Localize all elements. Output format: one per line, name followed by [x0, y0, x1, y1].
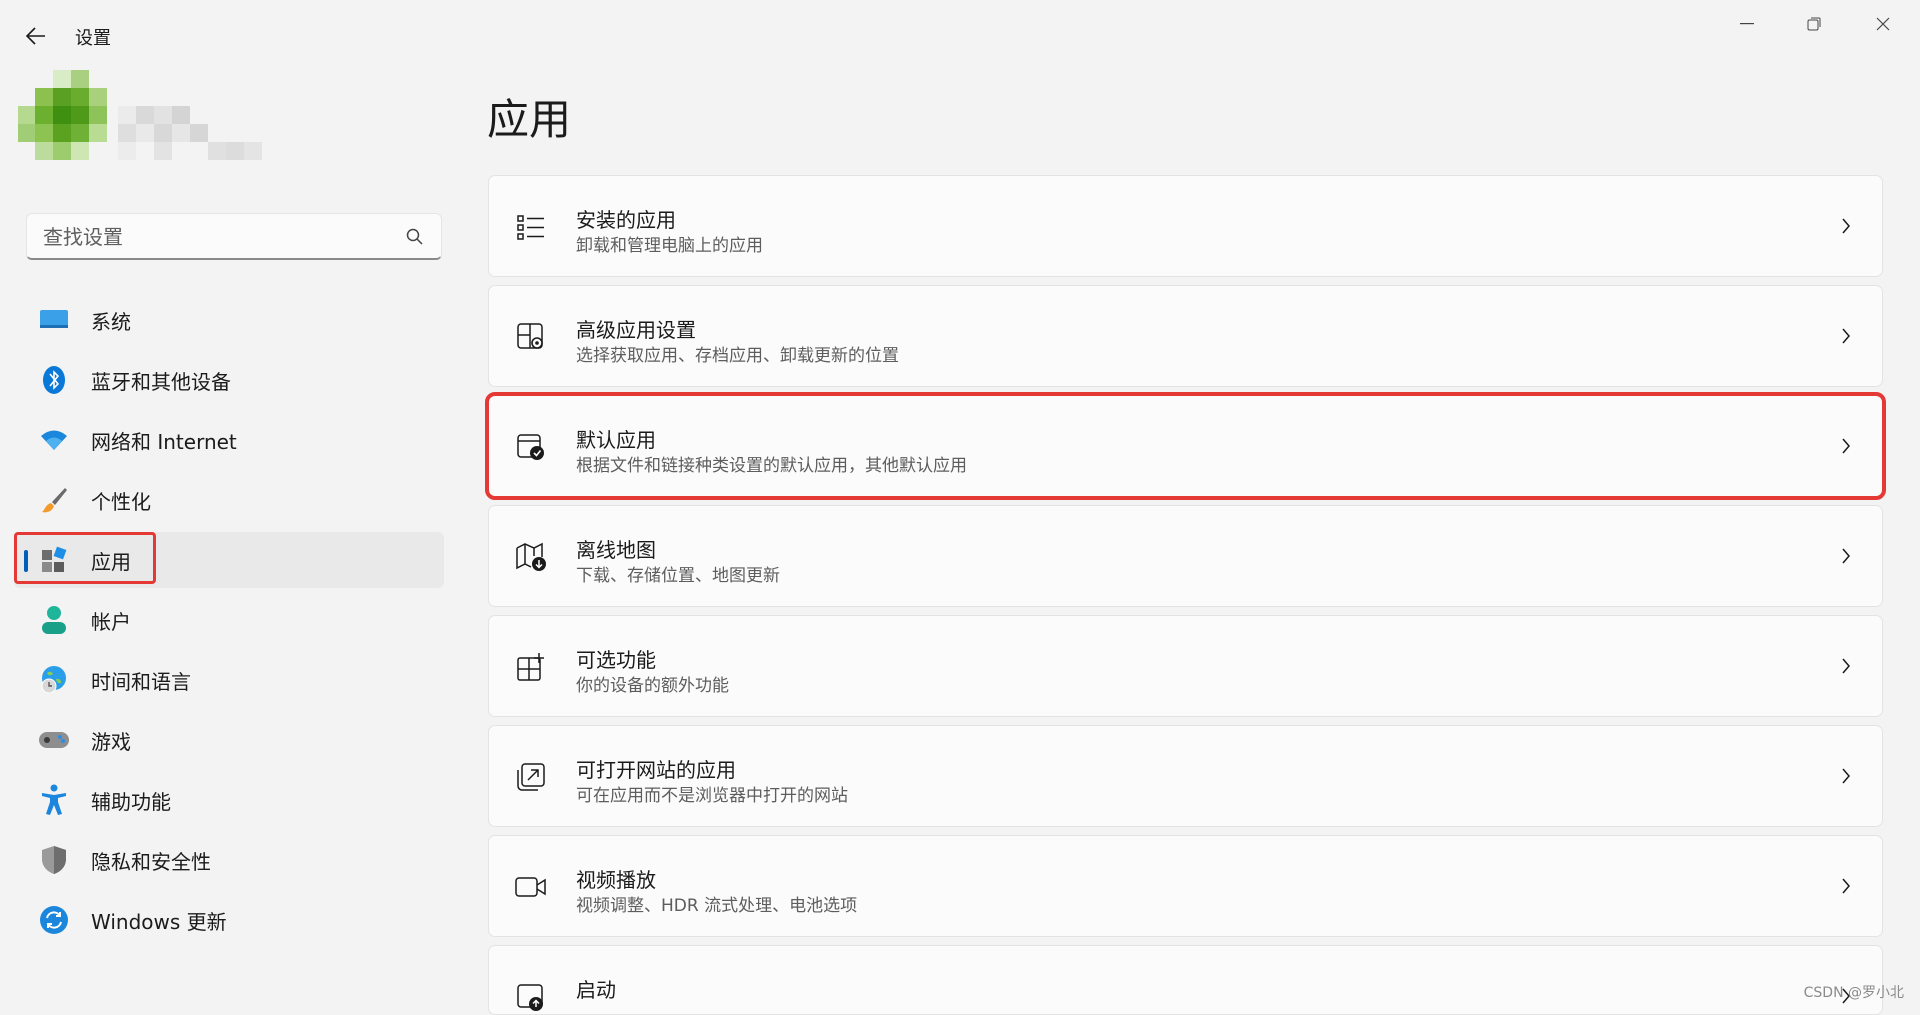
apps-icon [38, 544, 70, 576]
sidebar-item-label: 个性化 [91, 489, 151, 514]
account-icon [38, 604, 70, 636]
card-title: 启动 [576, 978, 616, 1002]
sidebar-item-label: 网络和 Internet [91, 429, 237, 454]
back-arrow-icon [26, 27, 45, 45]
page-title: 应用 [487, 95, 572, 144]
card-subtitle: 视频调整、HDR 流式处理、电池选项 [576, 896, 858, 916]
card-video-playback[interactable]: 视频播放 视频调整、HDR 流式处理、电池选项 [488, 835, 1883, 937]
startup-icon [515, 981, 547, 1013]
sidebar-item-label: 应用 [91, 549, 131, 574]
accessibility-icon [38, 784, 70, 816]
sidebar-item-network[interactable]: 网络和 Internet [14, 412, 444, 468]
sidebar-item-privacy[interactable]: 隐私和安全性 [14, 832, 444, 888]
default-apps-icon [515, 431, 547, 463]
sidebar-item-system[interactable]: 系统 [14, 292, 444, 348]
chevron-right-icon [1836, 324, 1856, 348]
wifi-icon [38, 424, 70, 456]
card-title: 安装的应用 [576, 208, 676, 232]
sidebar-item-personalization[interactable]: 个性化 [14, 472, 444, 528]
chevron-right-icon [1836, 654, 1856, 678]
active-indicator [24, 550, 28, 572]
minimize-icon [1740, 23, 1754, 25]
optional-features-icon [515, 651, 547, 683]
chevron-right-icon [1836, 764, 1856, 788]
user-profile[interactable] [18, 70, 318, 182]
card-subtitle: 你的设备的额外功能 [576, 676, 729, 696]
sidebar-item-label: 蓝牙和其他设备 [91, 369, 231, 394]
chevron-right-icon [1836, 214, 1856, 238]
sidebar-item-windows-update[interactable]: Windows 更新 [14, 892, 444, 948]
sidebar-item-apps[interactable]: 应用 [14, 532, 444, 588]
card-subtitle: 选择获取应用、存档应用、卸载更新的位置 [576, 346, 899, 366]
sidebar-item-label: 时间和语言 [91, 669, 191, 694]
maximize-button[interactable] [1791, 10, 1837, 38]
time-language-icon [38, 664, 70, 696]
sidebar-item-time-language[interactable]: 时间和语言 [14, 652, 444, 708]
card-subtitle: 根据文件和链接种类设置的默认应用，其他默认应用 [576, 456, 967, 476]
search-box [26, 213, 442, 260]
search-input[interactable] [41, 222, 385, 252]
sidebar-item-bluetooth[interactable]: 蓝牙和其他设备 [14, 352, 444, 408]
card-title: 高级应用设置 [576, 318, 696, 342]
offline-maps-icon [515, 541, 547, 573]
card-apps-for-websites[interactable]: 可打开网站的应用 可在应用而不是浏览器中打开的网站 [488, 725, 1883, 827]
sidebar-item-label: 辅助功能 [91, 789, 171, 814]
sidebar-item-label: 系统 [91, 309, 131, 334]
close-icon [1876, 17, 1890, 31]
card-subtitle: 可在应用而不是浏览器中打开的网站 [576, 786, 848, 806]
sidebar-item-label: 隐私和安全性 [91, 849, 211, 874]
watermark: CSDN @罗小北 [1803, 985, 1904, 1001]
shield-icon [38, 844, 70, 876]
sidebar-item-label: 帐户 [91, 609, 131, 634]
back-button[interactable] [22, 22, 50, 50]
card-installed-apps[interactable]: 安装的应用 卸载和管理电脑上的应用 [488, 175, 1883, 277]
card-title: 视频播放 [576, 868, 656, 892]
chevron-right-icon [1836, 544, 1856, 568]
sidebar-item-accounts[interactable]: 帐户 [14, 592, 444, 648]
sidebar-item-gaming[interactable]: 游戏 [14, 712, 444, 768]
minimize-button[interactable] [1724, 10, 1770, 38]
sidebar-item-accessibility[interactable]: 辅助功能 [14, 772, 444, 828]
card-offline-maps[interactable]: 离线地图 下载、存储位置、地图更新 [488, 505, 1883, 607]
card-subtitle: 下载、存储位置、地图更新 [576, 566, 780, 586]
sidebar-item-label: 游戏 [91, 729, 131, 754]
apps-for-websites-icon [515, 761, 547, 793]
gaming-icon [38, 724, 70, 756]
bluetooth-icon [38, 364, 70, 396]
card-title: 可选功能 [576, 648, 656, 672]
sidebar-nav: 系统 蓝牙和其他设备 网络和 Internet 个性化 应用 帐户 时间和语言 … [14, 292, 444, 952]
card-title: 可打开网站的应用 [576, 758, 736, 782]
installed-apps-icon [515, 211, 547, 243]
advanced-settings-icon [515, 321, 547, 353]
update-icon [38, 904, 70, 936]
video-playback-icon [515, 871, 547, 903]
title-bar: 设置 [0, 0, 1920, 72]
close-button[interactable] [1860, 10, 1906, 38]
card-default-apps[interactable]: 默认应用 根据文件和链接种类设置的默认应用，其他默认应用 [485, 392, 1886, 500]
card-optional-features[interactable]: 可选功能 你的设备的额外功能 [488, 615, 1883, 717]
settings-cards: 安装的应用 卸载和管理电脑上的应用 高级应用设置 选择获取应用、存档应用、卸载更… [485, 175, 1886, 1015]
card-advanced-app-settings[interactable]: 高级应用设置 选择获取应用、存档应用、卸载更新的位置 [488, 285, 1883, 387]
brush-icon [38, 484, 70, 516]
card-title: 默认应用 [576, 428, 656, 452]
chevron-right-icon [1836, 874, 1856, 898]
sidebar-item-label: Windows 更新 [91, 909, 227, 934]
search-icon[interactable] [405, 227, 425, 247]
app-title: 设置 [75, 28, 111, 49]
card-startup[interactable]: 启动 [488, 945, 1883, 1015]
card-subtitle: 卸载和管理电脑上的应用 [576, 236, 763, 256]
chevron-right-icon [1836, 434, 1856, 458]
system-icon [38, 304, 70, 336]
restore-icon [1807, 17, 1821, 31]
card-title: 离线地图 [576, 538, 656, 562]
